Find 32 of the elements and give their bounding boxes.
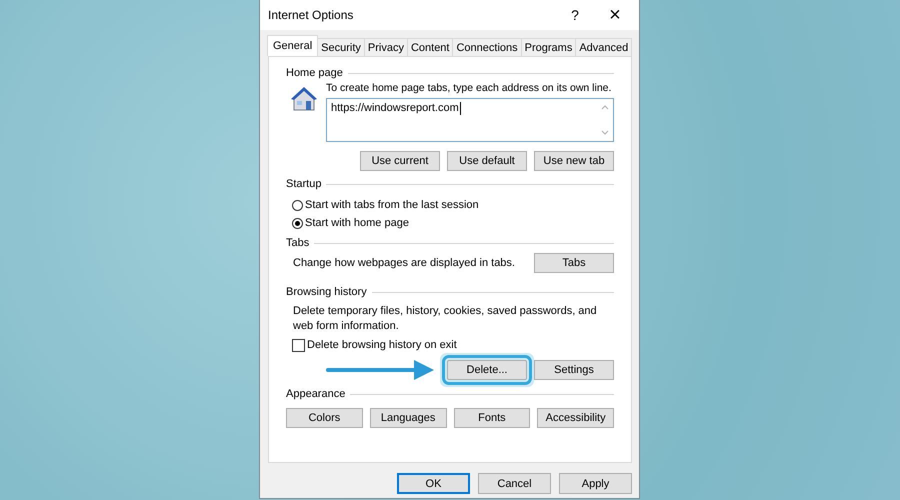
tab[interactable]: General <box>267 35 318 56</box>
section-heading: Startup <box>286 178 322 190</box>
dialog-button[interactable]: Cancel <box>478 473 551 494</box>
dialog-button[interactable]: Apply <box>559 473 632 494</box>
home-page-button[interactable]: Use current <box>360 151 440 171</box>
tabs-description: Change how webpages are displayed in tabs. <box>293 257 515 269</box>
section-heading: Browsing history <box>286 286 367 298</box>
tab[interactable]: Privacy <box>364 38 408 56</box>
tab[interactable]: Security <box>317 38 365 56</box>
checkbox-option[interactable]: Delete browsing history on exit <box>292 336 614 354</box>
home-page-button[interactable]: Use default <box>447 151 527 171</box>
section-heading: Appearance <box>286 388 346 400</box>
radio-option[interactable]: Start with home page <box>292 214 614 232</box>
window-title: Internet Options <box>268 8 354 22</box>
appearance-button[interactable]: Languages <box>370 408 446 428</box>
help-button[interactable]: ? <box>555 1 595 29</box>
appearance-button[interactable]: Colors <box>286 408 363 428</box>
browsing-history-description: Delete temporary files, history, cookies, saved passwords, and web form information. <box>293 304 598 334</box>
tabs-button[interactable]: Tabs <box>534 253 614 273</box>
appearance-button[interactable]: Fonts <box>454 408 530 428</box>
appearance-button[interactable]: Accessibility <box>537 408 614 428</box>
close-button[interactable]: × <box>595 1 635 29</box>
tab[interactable]: Advanced <box>575 38 632 56</box>
instruction-text: To create home page tabs, type each address on its own line. <box>326 82 612 94</box>
history-button[interactable]: Settings <box>534 360 614 380</box>
tab[interactable]: Programs <box>520 38 576 56</box>
home-page-field[interactable]: https://windowsreport.com <box>326 98 614 142</box>
home-page-button[interactable]: Use new tab <box>534 151 614 171</box>
dialog-button[interactable]: OK <box>397 473 470 494</box>
radio-option[interactable]: Start with tabs from the last session <box>292 196 614 214</box>
section-heading: Tabs <box>286 237 310 249</box>
section-heading: Home page <box>286 67 343 79</box>
